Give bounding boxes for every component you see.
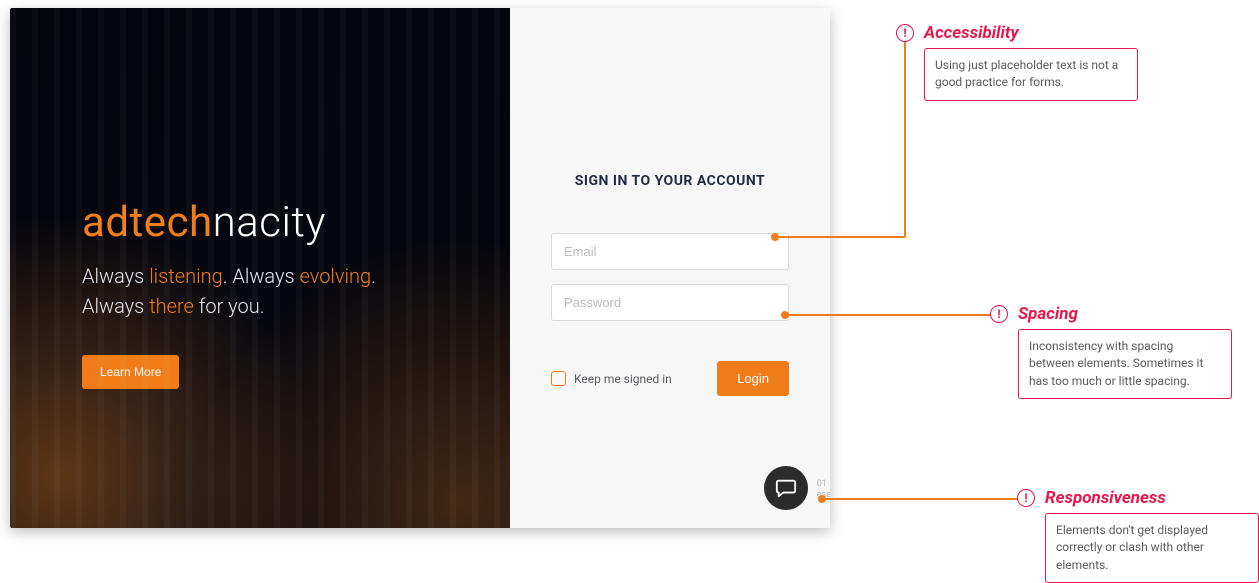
hero-panel: adtechnacity Always listening. Always ev… — [10, 8, 510, 528]
password-field[interactable] — [551, 284, 789, 321]
annotation-body-responsiveness: Elements don't get displayed correctly o… — [1045, 513, 1259, 583]
signin-title: SIGN IN TO YOUR ACCOUNT — [550, 173, 790, 189]
connector-line — [904, 37, 906, 237]
keep-signed-in-checkbox[interactable] — [551, 371, 566, 386]
keep-signed-in[interactable]: Keep me signed in — [551, 371, 672, 386]
annotation-title-spacing: Spacing — [1018, 304, 1078, 324]
learn-more-button[interactable]: Learn More — [82, 355, 179, 389]
connector-line — [822, 498, 1022, 500]
tagline: Always listening. Always evolving. Alway… — [82, 261, 510, 321]
chat-button[interactable] — [764, 466, 808, 510]
warning-badge-icon: ! — [990, 305, 1008, 323]
logo: adtechnacity — [82, 198, 510, 247]
chat-icon — [775, 477, 797, 499]
keep-signed-in-label: Keep me signed in — [574, 372, 672, 386]
warning-badge-icon: ! — [896, 24, 914, 42]
signin-panel: SIGN IN TO YOUR ACCOUNT Keep me signed i… — [510, 8, 830, 528]
annotation-body-spacing: Inconsistency with spacing between eleme… — [1018, 329, 1232, 399]
logo-part-2: nacity — [213, 198, 326, 247]
warning-badge-icon: ! — [1017, 489, 1035, 507]
logo-part-1: adtech — [82, 198, 213, 247]
app-screenshot: adtechnacity Always listening. Always ev… — [10, 8, 830, 528]
connector-line — [785, 314, 995, 316]
annotation-body-accessibility: Using just placeholder text is not a goo… — [924, 48, 1138, 101]
email-field[interactable] — [551, 233, 789, 270]
annotation-title-responsiveness: Responsiveness — [1045, 488, 1166, 508]
login-button[interactable]: Login — [717, 361, 789, 396]
annotation-title-accessibility: Accessibility — [924, 23, 1019, 43]
signin-form-row: Keep me signed in Login — [551, 361, 789, 396]
connector-line — [775, 236, 905, 238]
